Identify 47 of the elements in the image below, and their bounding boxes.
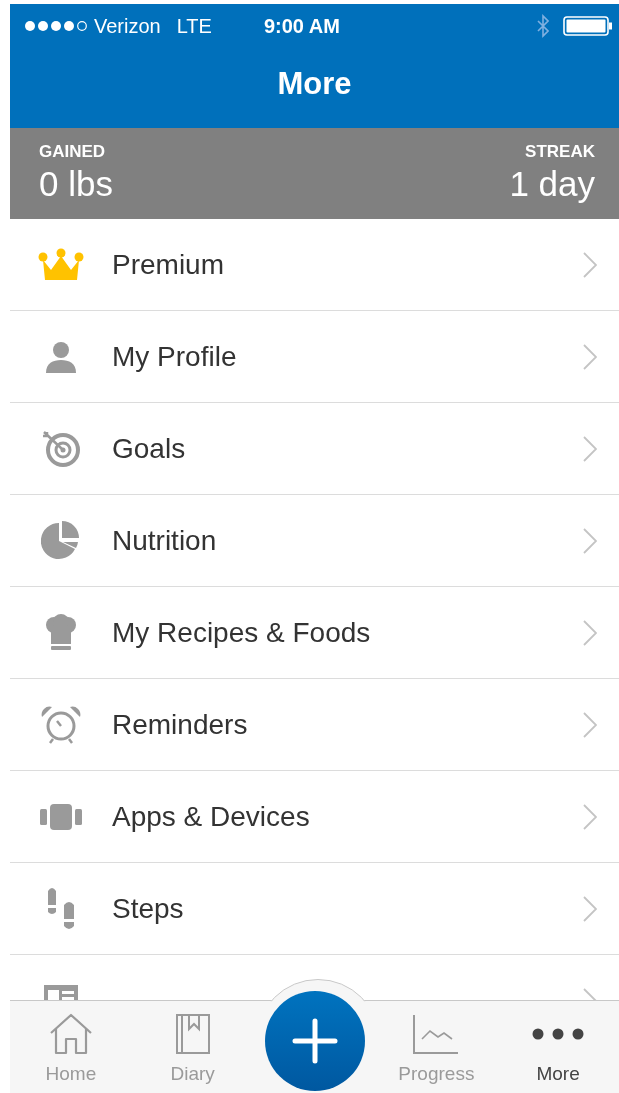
clock-time: 9:00 AM	[263, 14, 340, 38]
menu-label: My Profile	[112, 340, 238, 373]
signal-icon	[24, 20, 88, 32]
chevron-icon	[583, 895, 597, 922]
menu-label: Nutrition	[112, 524, 218, 557]
menu-label: Apps & Devices	[112, 800, 311, 833]
menu-label: Steps	[112, 892, 185, 925]
more-icon	[532, 1028, 585, 1040]
menu-label: Premium	[112, 248, 225, 281]
stat-label: STREAK	[525, 142, 595, 162]
fitness-band-icon	[40, 803, 82, 830]
network-type: LTE	[176, 14, 212, 38]
menu-item[interactable]: Premium	[10, 219, 619, 311]
menu-item[interactable]: Steps	[10, 863, 619, 955]
crown-icon	[38, 247, 84, 282]
menu-item[interactable]: Nutrition	[10, 495, 619, 587]
chevron-icon	[583, 803, 597, 830]
menu-label: My Recipes & Foods	[112, 616, 372, 649]
home-icon	[48, 1013, 93, 1055]
chef-hat-icon	[45, 613, 77, 652]
menu-item[interactable]: Apps & Devices	[10, 771, 619, 863]
chevron-icon	[583, 527, 597, 554]
stat-value: 1 day	[509, 164, 595, 204]
bluetooth-icon	[537, 14, 549, 38]
stat-label: GAINED	[39, 142, 107, 162]
chevron-icon	[583, 435, 597, 462]
carrier-name: Verizon	[94, 14, 161, 38]
person-icon	[45, 340, 77, 373]
menu-item[interactable]: My Recipes & Foods	[10, 587, 619, 679]
menu-item[interactable]: My Profile	[10, 311, 619, 403]
tab-item[interactable]: More	[497, 1001, 619, 1093]
chevron-icon	[583, 711, 597, 738]
battery-icon	[563, 16, 613, 36]
plus-icon	[291, 1018, 338, 1064]
alarm-clock-icon	[40, 704, 82, 745]
menu-label: Reminders	[112, 708, 249, 741]
menu-item[interactable]: Reminders	[10, 679, 619, 771]
menu-item[interactable]: Goals	[10, 403, 619, 495]
target-icon	[41, 429, 81, 468]
chevron-icon	[583, 343, 597, 370]
stat-value: 0 lbs	[39, 164, 113, 204]
chevron-icon	[583, 251, 597, 278]
page-title: More	[277, 66, 352, 102]
chevron-icon	[583, 619, 597, 646]
footprints-icon	[45, 886, 77, 931]
pie-chart-icon	[41, 520, 81, 561]
menu-label: Goals	[112, 432, 187, 465]
